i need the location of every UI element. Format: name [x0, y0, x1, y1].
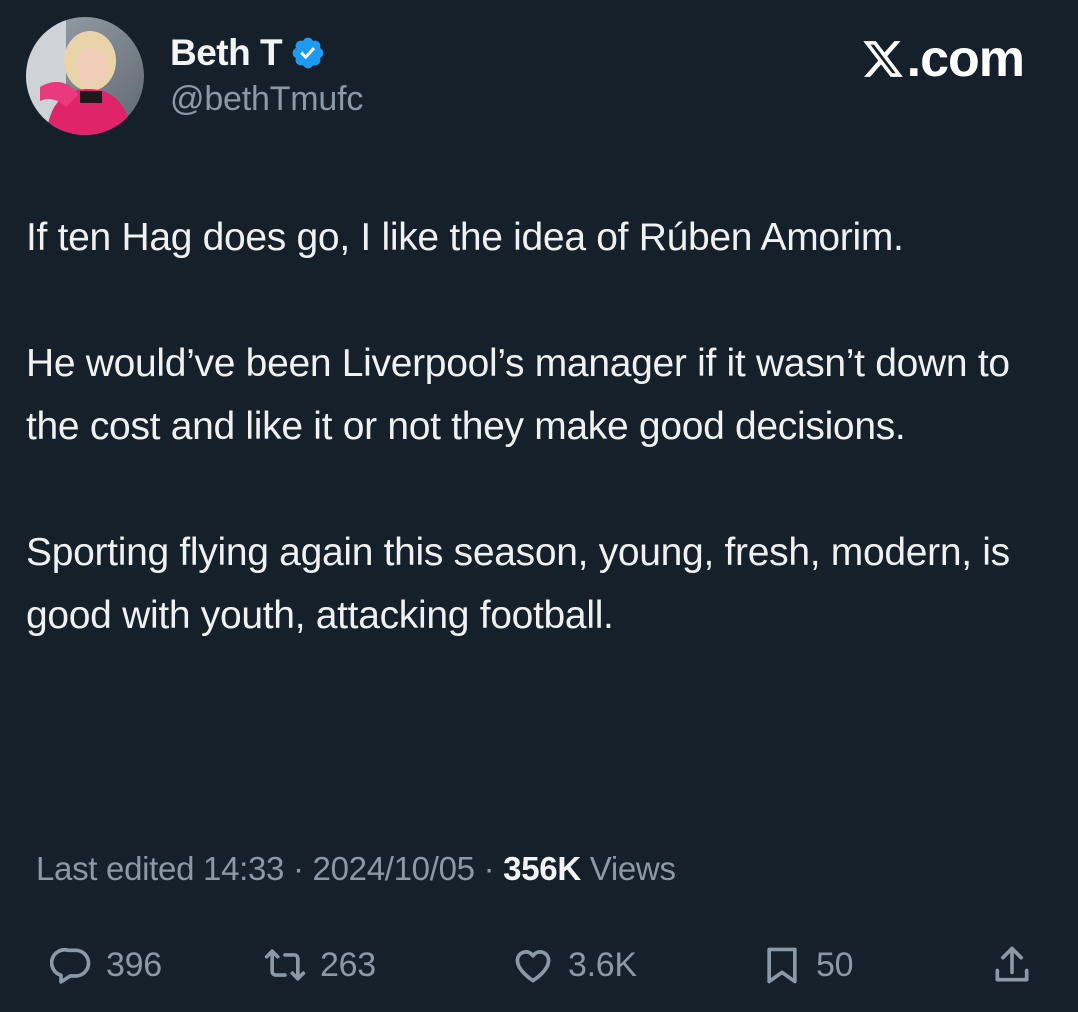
brand-watermark: .com: [861, 30, 1025, 88]
bookmark-icon: [767, 947, 797, 984]
tweet-date[interactable]: 2024/10/05: [313, 850, 475, 887]
author-name-row: Beth T: [170, 30, 326, 76]
views-count[interactable]: 356K: [503, 850, 581, 887]
bookmark-count: 50: [816, 945, 854, 984]
repost-icon: [264, 949, 306, 981]
tweet-paragraph: He would’ve been Liverpool’s manager if …: [26, 342, 1010, 448]
tweet-meta: Last edited 14:33 · 2024/10/05 · 356K Vi…: [36, 850, 676, 888]
reply-count: 396: [106, 945, 162, 984]
x-logo-icon: [861, 37, 905, 81]
share-button[interactable]: [990, 935, 1034, 995]
avatar[interactable]: [26, 17, 144, 135]
repost-button[interactable]: 263: [262, 935, 376, 995]
like-count: 3.6K: [568, 945, 637, 984]
reply-button[interactable]: 396: [50, 935, 162, 995]
repost-count: 263: [320, 945, 376, 984]
tweet-text: If ten Hag does go, I like the idea of R…: [26, 206, 1056, 710]
share-icon: [995, 946, 1029, 982]
meta-separator: ·: [284, 850, 313, 887]
heart-icon: [515, 950, 551, 983]
bookmark-button[interactable]: 50: [760, 935, 854, 995]
edited-timestamp[interactable]: Last edited 14:33: [36, 850, 284, 887]
reply-icon: [50, 947, 91, 984]
views-label: Views: [580, 850, 676, 887]
brand-label: .com: [906, 30, 1025, 88]
tweet-actions: 396 263 3.6K 50: [0, 935, 1078, 995]
author-handle[interactable]: @bethTmufc: [170, 80, 363, 119]
like-button[interactable]: 3.6K: [510, 935, 637, 995]
verified-badge-icon[interactable]: [290, 35, 326, 71]
display-name[interactable]: Beth T: [170, 32, 283, 74]
meta-separator: ·: [474, 850, 504, 887]
tweet-card: Beth T @bethTmufc .com If ten Hag does g…: [0, 0, 1078, 1012]
tweet-paragraph: If ten Hag does go, I like the idea of R…: [26, 216, 904, 259]
tweet-paragraph: Sporting flying again this season, young…: [26, 531, 1010, 637]
